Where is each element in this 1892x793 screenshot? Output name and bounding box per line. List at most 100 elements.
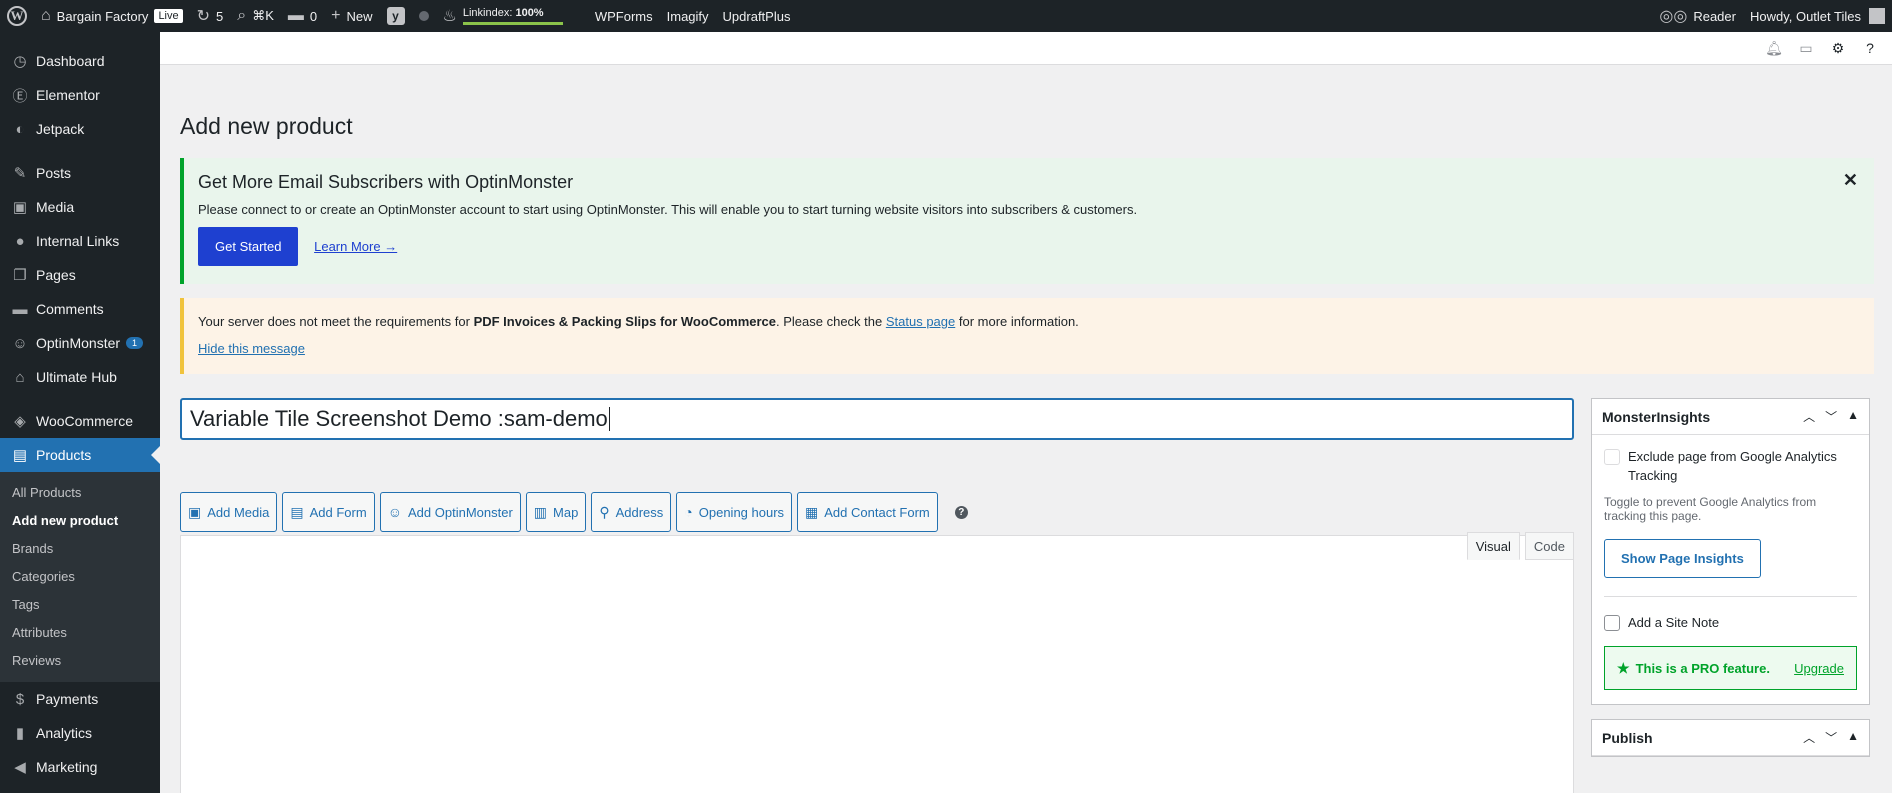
upgrade-link[interactable]: Upgrade: [1794, 661, 1844, 676]
live-badge: Live: [154, 9, 183, 23]
status-dot-menu[interactable]: [412, 0, 436, 32]
product-title-input[interactable]: Variable Tile Screenshot Demo :sam-demo: [180, 398, 1574, 440]
pin-icon: ⚲: [599, 503, 610, 520]
chevron-up-icon[interactable]: ︿: [1803, 408, 1815, 425]
wpforms-menu[interactable]: WPForms: [588, 0, 660, 32]
show-page-insights-button[interactable]: Show Page Insights: [1604, 539, 1761, 578]
sidebar-item-comments[interactable]: ▬ Comments: [0, 292, 160, 326]
question-icon[interactable]: ?: [954, 505, 968, 519]
tab-code[interactable]: Code: [1524, 532, 1574, 560]
sidebar-item-label: OptinMonster: [36, 335, 121, 351]
submenu-categories[interactable]: Categories: [0, 562, 160, 590]
new-label: New: [346, 8, 373, 24]
exclude-tracking-row: Exclude page from Google Analytics Track…: [1604, 447, 1857, 485]
yoast-menu[interactable]: y: [380, 0, 412, 32]
sidebar-item-dashboard[interactable]: ◷ Dashboard: [0, 44, 160, 78]
optinmonster-notice: Get More Email Subscribers with OptinMon…: [180, 158, 1874, 284]
site-note-checkbox[interactable]: [1604, 615, 1620, 631]
new-content-menu[interactable]: + New: [324, 0, 379, 32]
sidebar-item-internal-links[interactable]: ● Internal Links: [0, 224, 160, 258]
map-button[interactable]: ▥ Map: [525, 492, 587, 532]
updates-menu[interactable]: ↻ 5: [190, 0, 231, 32]
help-icon[interactable]: ?: [1854, 40, 1886, 56]
address-button[interactable]: ⚲ Address: [591, 492, 672, 532]
status-page-link[interactable]: Status page: [886, 314, 955, 329]
sidebar-item-analytics[interactable]: ▮ Analytics: [0, 716, 160, 750]
submenu-all-products[interactable]: All Products: [0, 478, 160, 506]
marketing-icon: ◀: [14, 759, 26, 776]
avatar: [1869, 8, 1885, 24]
sidebar-item-payments[interactable]: $ Payments: [0, 682, 160, 716]
comments-count: 0: [309, 8, 318, 24]
notice-heading: Get More Email Subscribers with OptinMon…: [198, 172, 574, 192]
sidebar-item-label: Marketing: [36, 759, 98, 775]
submenu-reviews[interactable]: Reviews: [0, 646, 160, 674]
sidebar-item-label: Comments: [36, 301, 104, 317]
sidebar-item-marketing[interactable]: ◀ Marketing: [0, 750, 160, 784]
sidebar-item-label: WooCommerce: [36, 413, 133, 429]
opening-hours-button[interactable]: ◔ Opening hours: [676, 492, 793, 532]
sidebar-item-jetpack[interactable]: ◐ Jetpack: [0, 112, 160, 146]
media-icon: ▣: [188, 503, 202, 520]
sidebar-item-label: Analytics: [36, 725, 93, 741]
updraftplus-menu[interactable]: UpdraftPlus: [716, 0, 798, 32]
submenu-attributes[interactable]: Attributes: [0, 618, 160, 646]
editor-tabs: Visual Code: [1462, 532, 1574, 560]
products-submenu: All Products Add new product Brands Cate…: [0, 472, 160, 682]
add-optinmonster-button[interactable]: ☺ Add OptinMonster: [379, 492, 521, 532]
linkindex-menu[interactable]: ♨ Linkindex: 100%: [436, 0, 570, 32]
submenu-brands[interactable]: Brands: [0, 534, 160, 562]
hide-message-link[interactable]: Hide this message: [198, 341, 305, 356]
metabox-controls: ︿ ﹀ ▲: [1803, 729, 1859, 746]
sidebar-item-optinmonster[interactable]: ☺ OptinMonster 1: [0, 326, 160, 360]
collapse-triangle-icon[interactable]: ▲: [1847, 729, 1859, 746]
sidebar-item-elementor[interactable]: Ⓔ Elementor: [0, 78, 160, 112]
glasses-icon: ◎◎: [1659, 8, 1688, 25]
secondary-toolbar: 🔔︎ ▭ ⚙ ?: [160, 32, 1892, 65]
learn-more-link[interactable]: Learn More →: [314, 239, 397, 254]
chevron-down-icon[interactable]: ﹀: [1825, 408, 1837, 425]
exclude-tracking-checkbox[interactable]: [1604, 449, 1620, 465]
divider: [1604, 596, 1857, 597]
wpforms-label: WPForms: [594, 8, 653, 24]
submenu-add-new-product[interactable]: Add new product: [0, 506, 160, 534]
comments-menu[interactable]: ▬ 0: [281, 0, 324, 32]
add-media-label: Add Media: [207, 504, 270, 520]
reader-menu[interactable]: ◎◎ Reader: [1652, 0, 1743, 32]
get-started-button[interactable]: Get Started: [198, 227, 299, 266]
metabox-header: Publish ︿ ﹀ ▲: [1592, 720, 1869, 756]
plus-icon: +: [331, 7, 341, 24]
close-icon[interactable]: ✕: [1843, 170, 1858, 191]
sidebar-item-ultimate-hub[interactable]: ⌂ Ultimate Hub: [0, 360, 160, 394]
site-name-menu[interactable]: ⌂ Bargain Factory Live: [34, 0, 190, 32]
wp-logo-menu[interactable]: W: [0, 0, 34, 32]
gear-icon[interactable]: ⚙: [1822, 40, 1854, 57]
tab-visual[interactable]: Visual: [1466, 532, 1520, 560]
command-search[interactable]: ⌕ ⌘K: [230, 0, 281, 32]
add-contact-form-button[interactable]: ▦ Add Contact Form: [797, 492, 938, 532]
account-menu[interactable]: Howdy, Outlet Tiles: [1743, 0, 1892, 32]
chevron-down-icon[interactable]: ﹀: [1825, 729, 1837, 746]
message-icon[interactable]: ▭: [1790, 40, 1822, 57]
content-editor[interactable]: [180, 535, 1574, 793]
optinmonster-icon: ☺: [387, 504, 402, 520]
sidebar-item-products[interactable]: ▤ Products: [0, 438, 160, 472]
imagify-menu[interactable]: Imagify: [660, 0, 716, 32]
updates-icon: ↻: [196, 8, 211, 25]
sidebar-item-woocommerce[interactable]: ◈ WooCommerce: [0, 404, 160, 438]
collapse-triangle-icon[interactable]: ▲: [1847, 408, 1859, 425]
sidebar-item-pages[interactable]: ❐ Pages: [0, 258, 160, 292]
submenu-tags[interactable]: Tags: [0, 590, 160, 618]
chevron-up-icon[interactable]: ︿: [1803, 729, 1815, 746]
add-form-button[interactable]: ▤ Add Form: [282, 492, 375, 532]
warn-text: Your server does not meet the requiremen…: [198, 314, 1860, 329]
notification-badge: 1: [126, 337, 144, 349]
add-contact-form-label: Add Contact Form: [824, 504, 930, 520]
sidebar-item-media[interactable]: ▣ Media: [0, 190, 160, 224]
sidebar-item-label: Elementor: [36, 87, 100, 103]
sidebar-item-label: Ultimate Hub: [36, 369, 117, 385]
main-content: Add new product Get More Email Subscribe…: [180, 65, 1874, 793]
sidebar-item-posts[interactable]: ✎ Posts: [0, 156, 160, 190]
add-media-button[interactable]: ▣ Add Media: [180, 492, 278, 532]
bell-icon[interactable]: 🔔︎: [1758, 40, 1790, 57]
